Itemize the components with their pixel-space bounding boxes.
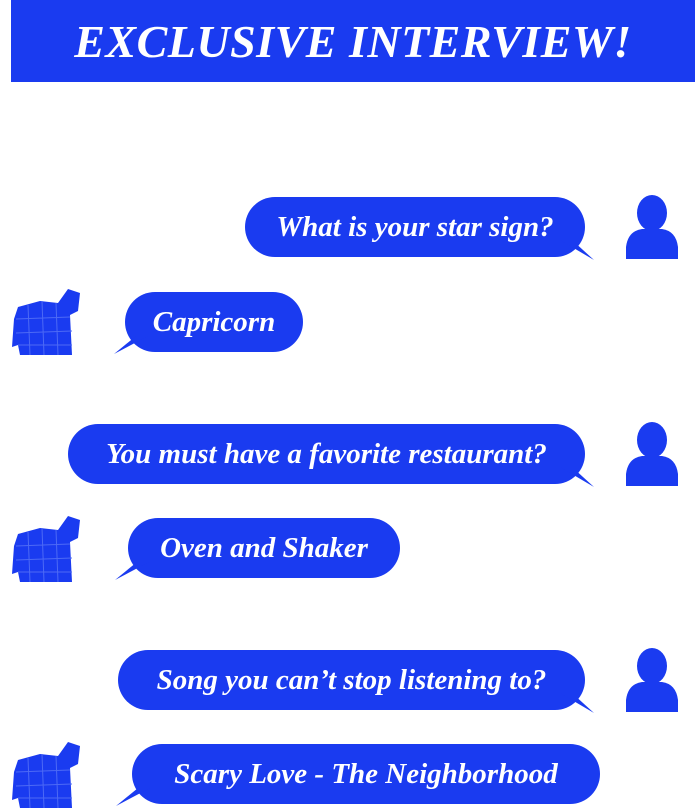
- question-text: What is your star sign?: [276, 210, 554, 243]
- answer-bubble-tail: [115, 562, 149, 580]
- question-text: Song you can’t stop listening to?: [156, 663, 547, 696]
- answer-bubble: Scary Love - The Neighborhood: [132, 744, 600, 804]
- jacket-icon: [12, 516, 80, 582]
- question-bubble-tail: [560, 693, 594, 713]
- answer-bubble: Oven and Shaker: [128, 518, 400, 578]
- answer-text: Oven and Shaker: [160, 531, 368, 564]
- jacket-icon: [12, 289, 80, 355]
- banner-title: EXCLUSIVE INTERVIEW!: [74, 15, 632, 67]
- answer-bubble: Capricorn: [125, 292, 303, 352]
- question-bubble: What is your star sign?: [245, 197, 585, 257]
- question-bubble: You must have a favorite restaurant?: [68, 424, 585, 484]
- answer-text: Capricorn: [152, 305, 276, 338]
- question-bubble-tail: [560, 240, 594, 260]
- person-silhouette-icon: [626, 422, 678, 486]
- answer-text: Scary Love - The Neighborhood: [174, 757, 558, 790]
- question-text: You must have a favorite restaurant?: [106, 437, 547, 470]
- person-silhouette-icon: [626, 195, 678, 259]
- answer-bubble-tail: [114, 336, 148, 354]
- question-bubble: Song you can’t stop listening to?: [118, 650, 585, 710]
- person-silhouette-icon: [626, 648, 678, 712]
- answer-bubble-tail: [116, 788, 150, 806]
- jacket-icon: [12, 742, 80, 808]
- title-banner: EXCLUSIVE INTERVIEW!: [11, 0, 695, 82]
- question-bubble-tail: [560, 467, 594, 487]
